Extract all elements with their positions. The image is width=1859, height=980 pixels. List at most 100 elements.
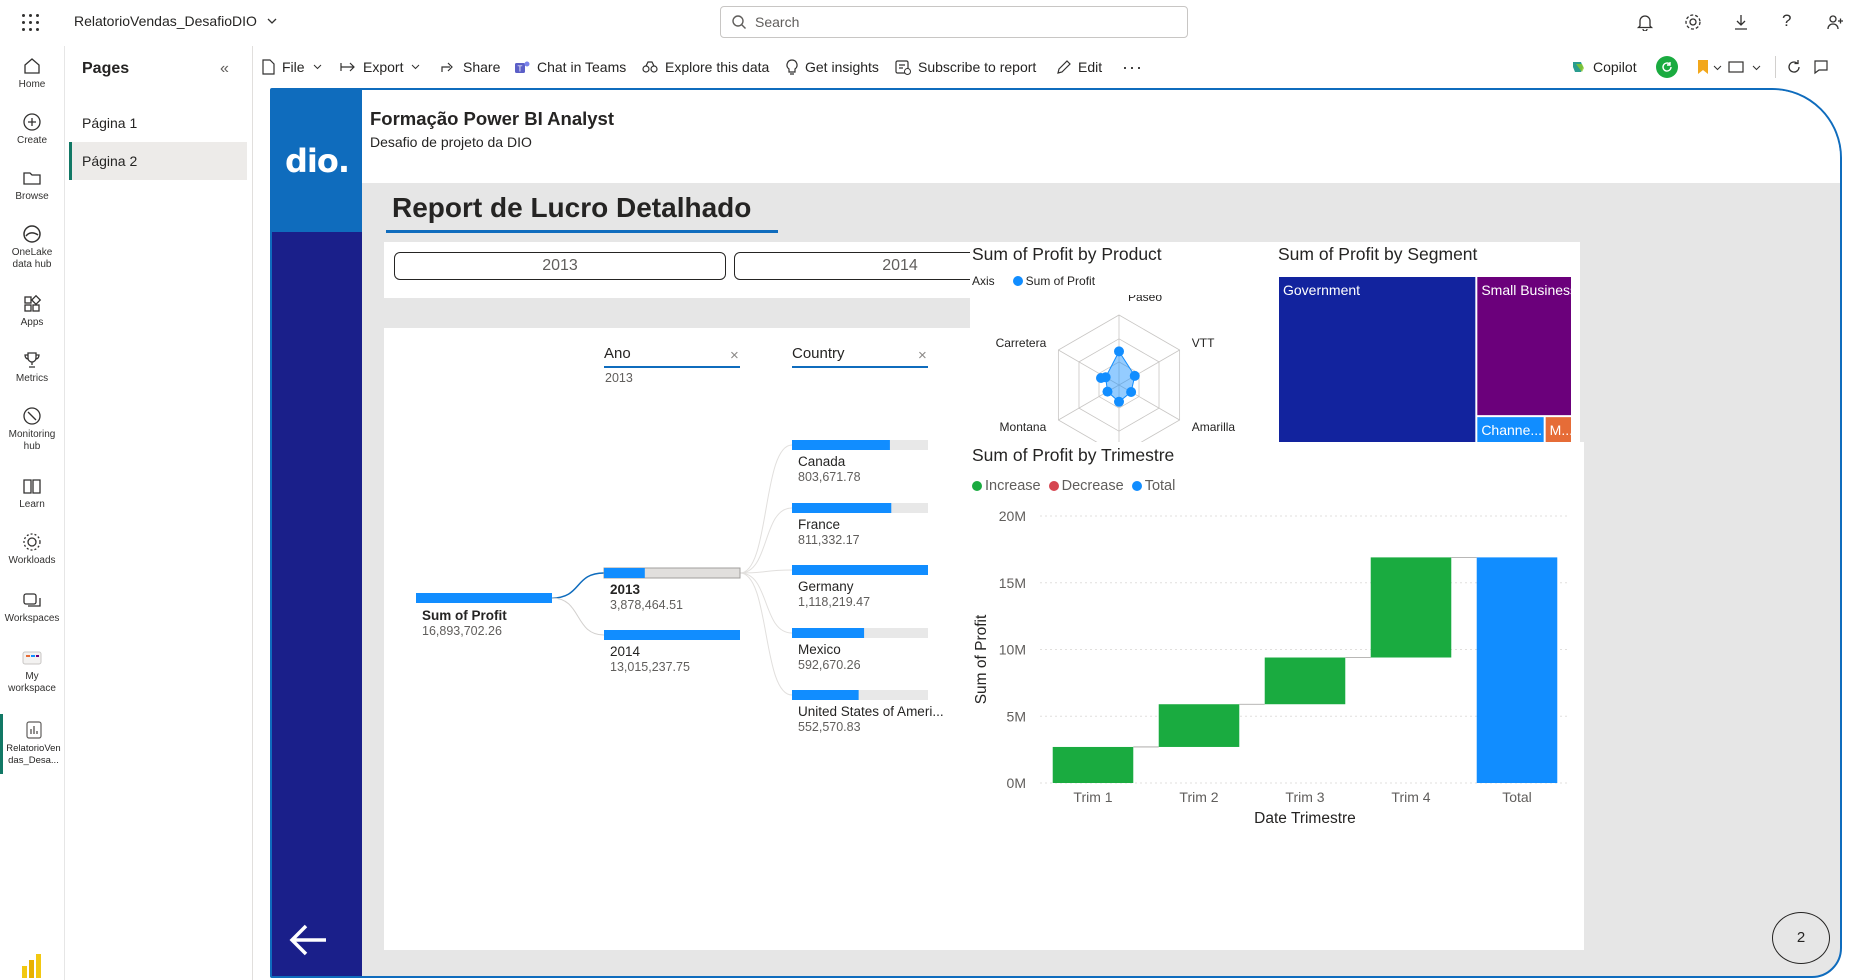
back-arrow-icon[interactable] [288, 922, 328, 958]
treemap-card: Sum of Profit by Segment Government Small… [1278, 242, 1580, 463]
radar-point [1114, 346, 1124, 357]
waterfall-bar [1052, 746, 1134, 783]
search-box[interactable]: Search [720, 6, 1188, 38]
close-icon: × [730, 347, 739, 364]
waterfall-legend: Increase Decrease Total [972, 478, 1175, 494]
export-menu[interactable]: Export [340, 46, 420, 88]
comment-icon[interactable] [1814, 59, 1828, 75]
year-label: 2013 [610, 582, 641, 597]
radar-axis-label: Montana [1000, 420, 1047, 434]
chat-in-teams-button[interactable]: T Chat in Teams [514, 46, 626, 88]
more-options-button[interactable]: ··· [1122, 46, 1143, 88]
report-name-dropdown[interactable]: RelatorioVendas_DesafioDIO [74, 13, 277, 29]
page-number-badge: 2 [1772, 912, 1830, 964]
decomposition-tree: Ano × 2013 Country × Sum of Profit 16,893,702.… [384, 328, 1070, 950]
file-menu[interactable]: File [261, 46, 322, 88]
country-label: Germany [798, 579, 854, 594]
rail-workloads[interactable]: Workloads [0, 532, 64, 567]
view-icon[interactable] [1728, 61, 1744, 73]
rail-report-active[interactable]: RelatorioVendas_Desa... [0, 714, 64, 774]
bookmark-icon[interactable] [1697, 59, 1709, 75]
settings-icon[interactable] [1684, 13, 1702, 31]
share-button[interactable]: Share [440, 46, 500, 88]
logo-block: dio. [272, 90, 362, 232]
subscribe-icon [895, 59, 911, 75]
country-bar [792, 565, 928, 575]
rail-label: Learn [19, 499, 45, 510]
search-icon [731, 14, 747, 30]
app-launcher-icon[interactable] [22, 14, 40, 32]
chevron-down-icon [313, 64, 322, 70]
country-bar [792, 440, 890, 450]
plus-circle-icon [0, 112, 64, 132]
share-people-icon[interactable] [1826, 13, 1844, 31]
y-tick-label: 20M [999, 508, 1026, 524]
rail-my-workspace[interactable]: My workspace [0, 648, 64, 695]
notifications-icon[interactable] [1636, 13, 1654, 31]
refresh-visuals-icon[interactable] [1656, 56, 1678, 78]
connector [739, 572, 793, 696]
collapse-pane-icon[interactable]: « [220, 60, 229, 78]
level2-header: Country [792, 345, 845, 362]
radar-axis-label: Amarilla [1192, 420, 1236, 434]
subscribe-button[interactable]: Subscribe to report [895, 46, 1036, 88]
edit-button[interactable]: Edit [1056, 46, 1102, 88]
explore-label: Explore this data [665, 59, 770, 75]
radar-point [1129, 370, 1140, 381]
pencil-icon [1056, 59, 1071, 75]
page-title: Report de Lucro Detalhado [392, 192, 752, 223]
radar-point [1126, 387, 1137, 397]
rail-browse[interactable]: Browse [0, 168, 64, 203]
rail-metrics[interactable]: Metrics [0, 350, 64, 385]
copilot-button[interactable]: Copilot [1570, 46, 1637, 88]
y-axis-title: Sum of Profit [973, 614, 990, 704]
treemap-label: Government [1283, 282, 1360, 298]
treemap-label: M... [1550, 422, 1573, 438]
radar-legend: Axis Sum of Profit [972, 274, 1095, 288]
y-tick-label: 0M [1007, 775, 1026, 791]
help-icon[interactable]: ? [1782, 11, 1791, 31]
rail-label: Apps [20, 317, 44, 328]
report-toolbar: File Export Share T Chat in Teams Explore… [253, 46, 1859, 88]
page-tab-1[interactable]: Página 1 [69, 106, 247, 140]
rail-monitoring[interactable]: Monitoring hub [0, 406, 64, 453]
connector [551, 597, 605, 636]
teams-icon: T [514, 59, 530, 75]
export-label: Export [363, 59, 404, 75]
slicer-button-2013[interactable]: 2013 [394, 252, 726, 280]
top-bar: RelatorioVendas_DesafioDIO Search ? [0, 0, 1859, 46]
legend-dot [1131, 481, 1142, 491]
page-title-underline [386, 230, 778, 233]
search-input[interactable]: Search [755, 14, 799, 30]
rail-create[interactable]: Create [0, 112, 64, 147]
page-tab-2[interactable]: Página 2 [69, 142, 247, 180]
copilot-icon [1570, 59, 1586, 75]
explore-icon [642, 60, 658, 74]
pages-pane: Pages « Página 1 Página 2 [65, 46, 253, 980]
country-bar [792, 503, 892, 513]
rail-learn[interactable]: Learn [0, 476, 64, 511]
get-insights-button[interactable]: Get insights [786, 46, 879, 88]
chevron-down-icon[interactable] [1752, 65, 1761, 71]
treemap-label: Small Business [1481, 282, 1574, 298]
legend-axis-label: Axis [972, 274, 995, 288]
workspaces-icon [0, 590, 64, 610]
waterfall-bar [1158, 704, 1240, 747]
home-icon [0, 56, 64, 76]
copilot-label: Copilot [1593, 59, 1637, 75]
level1-header: Ano [604, 345, 631, 362]
explore-data-button[interactable]: Explore this data [642, 46, 769, 88]
legend-dot [1012, 276, 1023, 286]
download-icon[interactable] [1732, 13, 1750, 31]
rail-home[interactable]: Home [0, 56, 64, 91]
root-bar [416, 593, 552, 603]
country-label: United States of Ameri... [798, 704, 944, 719]
rail-onelake[interactable]: OneLake data hub [0, 224, 64, 271]
chevron-down-icon[interactable] [1713, 65, 1722, 71]
rail-apps[interactable]: Apps [0, 294, 64, 329]
refresh-icon[interactable] [1786, 59, 1802, 75]
folder-icon [0, 168, 64, 188]
treemap-chart: Government Small Business Channe... M... [1279, 277, 1574, 463]
rail-workspaces[interactable]: Workspaces [0, 590, 64, 625]
country-label: Mexico [798, 642, 841, 657]
